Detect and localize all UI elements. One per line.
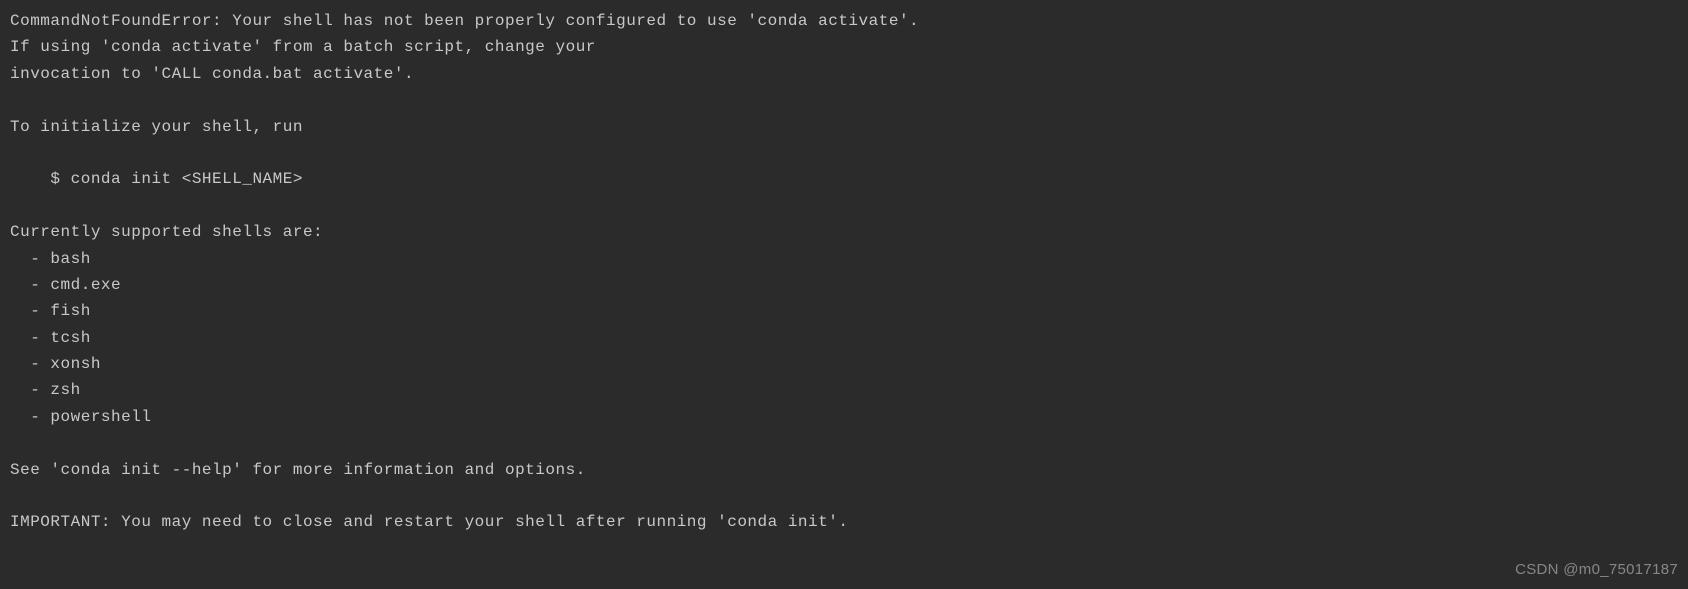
terminal-line: See 'conda init --help' for more informa… (10, 461, 586, 479)
terminal-line: - zsh (10, 381, 81, 399)
terminal-line: To initialize your shell, run (10, 118, 303, 136)
terminal-line: invocation to 'CALL conda.bat activate'. (10, 65, 414, 83)
terminal-line: CommandNotFoundError: Your shell has not… (10, 12, 919, 30)
terminal-line: - fish (10, 302, 91, 320)
terminal-line: - tcsh (10, 329, 91, 347)
terminal-line: $ conda init <SHELL_NAME> (10, 170, 303, 188)
terminal-line: If using 'conda activate' from a batch s… (10, 38, 596, 56)
watermark-text: CSDN @m0_75017187 (1515, 558, 1678, 583)
terminal-line: IMPORTANT: You may need to close and res… (10, 513, 848, 531)
terminal-line: Currently supported shells are: (10, 223, 323, 241)
terminal-output[interactable]: CommandNotFoundError: Your shell has not… (10, 8, 1678, 536)
terminal-line: - powershell (10, 408, 151, 426)
terminal-line: - xonsh (10, 355, 101, 373)
terminal-line: - cmd.exe (10, 276, 121, 294)
terminal-line: - bash (10, 250, 91, 268)
